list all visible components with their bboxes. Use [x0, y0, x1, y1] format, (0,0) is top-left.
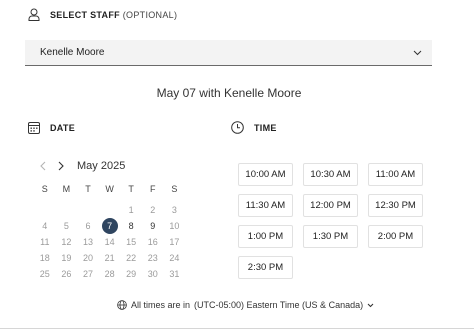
calendar-day: 28 — [104, 269, 115, 279]
calendar-day: 2 — [150, 205, 156, 215]
weekday-header: S M T W T F S — [34, 184, 185, 194]
calendar-week: 18 19 20 21 22 23 24 — [34, 250, 185, 266]
calendar-day: 12 — [61, 237, 72, 247]
time-slot-button[interactable]: 11:30 AM — [238, 194, 293, 217]
timezone-prefix: All times are in — [131, 300, 191, 310]
calendar-day: 31 — [169, 269, 180, 279]
calendar-day: 24 — [169, 253, 180, 263]
calendar-week: 25 26 27 28 29 30 31 — [34, 266, 185, 282]
weekday-label: T — [85, 184, 91, 194]
chevron-left-icon — [40, 161, 46, 171]
timezone-selector[interactable]: All times are in (UTC-05:00) Eastern Tim… — [117, 300, 374, 310]
calendar-day: 6 — [85, 221, 91, 231]
calendar-day: 1 — [128, 205, 134, 215]
timezone-value: (UTC-05:00) Eastern Time (US & Canada) — [194, 300, 364, 310]
calendar-day: 19 — [61, 253, 72, 263]
booking-page: SELECT STAFF (OPTIONAL) Kenelle Moore Ma… — [0, 0, 474, 330]
time-slot-button[interactable]: 12:30 PM — [368, 194, 423, 217]
time-section-label: TIME — [254, 122, 277, 133]
calendar-day-available[interactable]: 9 — [142, 218, 164, 234]
calendar-day: 17 — [169, 237, 180, 247]
calendar-day-selected[interactable]: 7 — [99, 218, 121, 234]
bottom-divider — [0, 328, 474, 329]
time-slot-button[interactable]: 2:30 PM — [238, 256, 293, 279]
weekday-label: M — [62, 184, 71, 194]
calendar-day-available[interactable]: 8 — [120, 218, 142, 234]
calendar-day: 15 — [126, 237, 137, 247]
weekday-label: S — [41, 184, 48, 194]
month-navigation: May 2025 — [36, 159, 125, 173]
time-slot-button[interactable]: 12:00 PM — [303, 194, 358, 217]
selected-day-number: 7 — [107, 221, 113, 231]
time-section-header: TIME — [231, 121, 277, 134]
calendar-week: 11 12 13 14 15 16 17 — [34, 234, 185, 250]
clock-icon — [231, 121, 244, 134]
calendar-week: 4 5 6 7 8 9 10 — [34, 218, 185, 234]
weekday-label: T — [128, 184, 134, 194]
calendar-day: 20 — [82, 253, 93, 263]
calendar-day: 30 — [147, 269, 158, 279]
calendar-day: 13 — [82, 237, 93, 247]
date-section-label: DATE — [50, 123, 76, 133]
calendar-day: 14 — [104, 237, 115, 247]
calendar-day: 29 — [126, 269, 137, 279]
staff-dropdown-value: Kenelle Moore — [40, 47, 105, 58]
globe-icon — [117, 300, 127, 310]
previous-month-button[interactable] — [36, 159, 50, 173]
calendar-day: 11 — [40, 237, 50, 247]
staff-dropdown[interactable]: Kenelle Moore — [25, 40, 432, 66]
time-slot-button[interactable]: 1:00 PM — [238, 225, 293, 248]
next-month-button[interactable] — [54, 159, 68, 173]
chevron-right-icon — [58, 161, 64, 171]
calendar-day: 5 — [63, 221, 69, 231]
calendar-day: 3 — [171, 205, 177, 215]
calendar-icon — [28, 122, 40, 134]
time-slot-button[interactable]: 11:00 AM — [368, 163, 423, 186]
time-slot-button[interactable]: 1:30 PM — [303, 225, 358, 248]
calendar-day: 25 — [39, 269, 50, 279]
staff-section-label: SELECT STAFF (OPTIONAL) — [50, 10, 177, 20]
weekday-label: S — [171, 184, 178, 194]
time-slot-button[interactable]: 10:00 AM — [238, 163, 293, 186]
calendar-day: 10 — [169, 221, 180, 231]
chevron-down-icon — [413, 50, 422, 55]
calendar-day: 4 — [42, 221, 48, 231]
date-section-header: DATE — [28, 122, 75, 134]
calendar-day: 27 — [82, 269, 93, 279]
staff-optional-label: (OPTIONAL) — [122, 9, 178, 20]
calendar-week: 1 2 3 — [34, 202, 185, 218]
time-slot-button[interactable]: 2:00 PM — [368, 225, 423, 248]
calendar-day: 18 — [39, 253, 50, 263]
weekday-label: F — [150, 184, 156, 194]
time-slot-button[interactable]: 10:30 AM — [303, 163, 358, 186]
calendar-day: 16 — [147, 237, 158, 247]
current-month-label: May 2025 — [77, 160, 126, 172]
staff-label: SELECT STAFF — [50, 9, 120, 20]
staff-section-header: SELECT STAFF (OPTIONAL) — [28, 8, 177, 21]
weekday-label: W — [105, 184, 114, 194]
booking-summary: May 07 with Kenelle Moore — [156, 86, 302, 100]
chevron-down-icon — [367, 303, 374, 307]
calendar-day: 22 — [126, 253, 137, 263]
calendar-day: 23 — [147, 253, 158, 263]
calendar-day: 21 — [104, 253, 115, 263]
person-icon — [28, 8, 40, 21]
calendar-day: 26 — [61, 269, 72, 279]
